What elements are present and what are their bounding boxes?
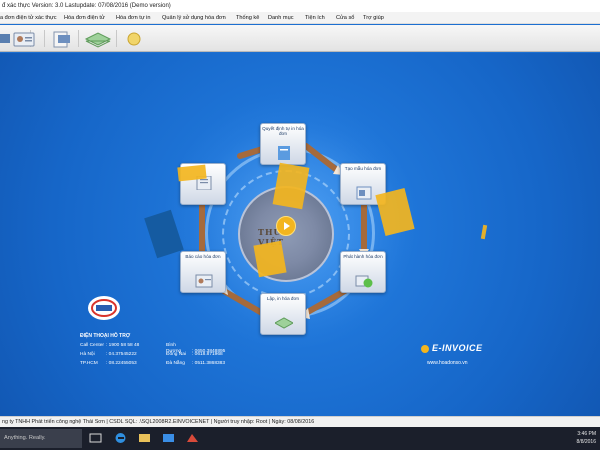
node-label: Tạo mẫu hóa đơn bbox=[344, 166, 382, 171]
publish-icon bbox=[355, 275, 373, 288]
taskbar: Anything. Really. 3:46 PM 8/8/2016 bbox=[0, 427, 600, 450]
document-icon bbox=[278, 146, 290, 160]
taskbar-search[interactable]: Anything. Really. bbox=[0, 429, 82, 448]
task-view-icon[interactable] bbox=[89, 432, 102, 444]
support-value: : 08.22455053 bbox=[106, 361, 137, 366]
node-label: Phát hành hóa đơn bbox=[343, 254, 383, 259]
floating-tile bbox=[177, 164, 207, 182]
brand-e-icon bbox=[421, 345, 429, 353]
menu-item-einvoice[interactable]: a đơn điện tử xác thực bbox=[0, 12, 57, 24]
support-value: : 0511.3868383 bbox=[192, 361, 225, 366]
toolbar bbox=[0, 25, 600, 52]
support-value: : 1900 58 58 48 bbox=[106, 343, 140, 348]
support-label: Đà Nẵng bbox=[166, 361, 185, 366]
stack-icon[interactable] bbox=[84, 29, 112, 48]
node-label: Quyết định tự in hóa đơn bbox=[262, 126, 304, 136]
menu-item-tro-giup[interactable]: Trợ giúp bbox=[363, 12, 384, 24]
brand-name: E-INVOICE bbox=[432, 343, 483, 353]
system-tray[interactable]: 3:46 PM 8/8/2016 bbox=[577, 430, 596, 446]
play-icon[interactable] bbox=[276, 216, 296, 236]
menu-item-thong-ke[interactable]: Thống kê bbox=[236, 12, 259, 24]
node-quyet-dinh[interactable]: Quyết định tự in hóa đơn bbox=[260, 123, 306, 165]
support-value: : 0618.871968 bbox=[192, 352, 223, 357]
tray-date: 8/8/2016 bbox=[576, 439, 596, 445]
toolbar-separator bbox=[78, 30, 79, 47]
tray-time: 3:46 PM bbox=[577, 431, 596, 437]
menu-item-tien-ich[interactable]: Tiện ích bbox=[305, 12, 325, 24]
menu-bar: a đơn điện tử xác thực Hóa đơn điện tử H… bbox=[0, 12, 600, 24]
menu-item-hoa-don-dien-tu[interactable]: Hóa đơn điện tử bbox=[64, 12, 105, 24]
file-explorer-icon[interactable] bbox=[138, 432, 151, 444]
stack-icon bbox=[275, 317, 293, 329]
status-bar: ng ty TNHH Phát triển công nghệ Thái Sơn… bbox=[0, 416, 600, 427]
toolbar-separator bbox=[44, 30, 45, 47]
app-icon[interactable] bbox=[186, 432, 199, 444]
support-label: Call Center bbox=[80, 343, 104, 348]
node-bao-cao[interactable]: Báo cáo hóa đơn bbox=[180, 251, 226, 293]
menu-item-hoa-don-tu-in[interactable]: Hóa đơn tự in bbox=[116, 12, 150, 24]
id-card-icon bbox=[195, 274, 213, 288]
support-title: ĐIỆN THOẠI HỖ TRỢ bbox=[80, 333, 131, 339]
support-row: Hà Nội : 04.37545222 bbox=[80, 352, 137, 358]
support-row: TP.HCM : 08.22455053 bbox=[80, 361, 137, 367]
store-icon[interactable] bbox=[162, 432, 175, 444]
id-card-icon[interactable] bbox=[12, 29, 36, 48]
node-label: Báo cáo hóa đơn bbox=[185, 254, 221, 259]
main-workspace: THUẾ VIỆT Quyết định tự in hóa đơn Tạo m… bbox=[0, 53, 600, 416]
menu-item-cua-so[interactable]: Cửa sổ bbox=[336, 12, 354, 24]
support-row: Đà Nẵng : 0511.3868383 bbox=[166, 361, 225, 367]
brand-url[interactable]: www.hoadonso.vn bbox=[427, 360, 468, 366]
support-label: Hà Nội bbox=[80, 352, 95, 357]
support-row: Đồng Nai : 0618.871968 bbox=[166, 352, 223, 358]
support-label: TP.HCM bbox=[80, 361, 98, 366]
document-export-icon[interactable] bbox=[50, 29, 74, 48]
window-title: đ xác thực Version: 3.0 Lastupdate: 07/0… bbox=[0, 0, 600, 12]
star-icon[interactable] bbox=[122, 29, 146, 48]
template-icon bbox=[356, 186, 372, 200]
support-value: : 04.37545222 bbox=[106, 352, 137, 357]
node-lap-in[interactable]: Lập, in hóa đơn bbox=[260, 293, 306, 335]
menu-item-danh-muc[interactable]: Danh mục bbox=[268, 12, 294, 24]
support-row: Call Center: 1900 58 58 48 bbox=[80, 343, 139, 349]
support-label: Đồng Nai bbox=[166, 352, 186, 357]
edge-icon[interactable] bbox=[114, 432, 127, 444]
floating-tile bbox=[253, 240, 287, 278]
node-label: Lập, in hóa đơn bbox=[266, 296, 300, 301]
menu-item-quan-ly[interactable]: Quản lý sử dụng hóa đơn bbox=[162, 12, 226, 24]
company-logo bbox=[88, 296, 120, 320]
node-phat-hanh[interactable]: Phát hành hóa đơn bbox=[340, 251, 386, 293]
toolbar-separator bbox=[116, 30, 117, 47]
